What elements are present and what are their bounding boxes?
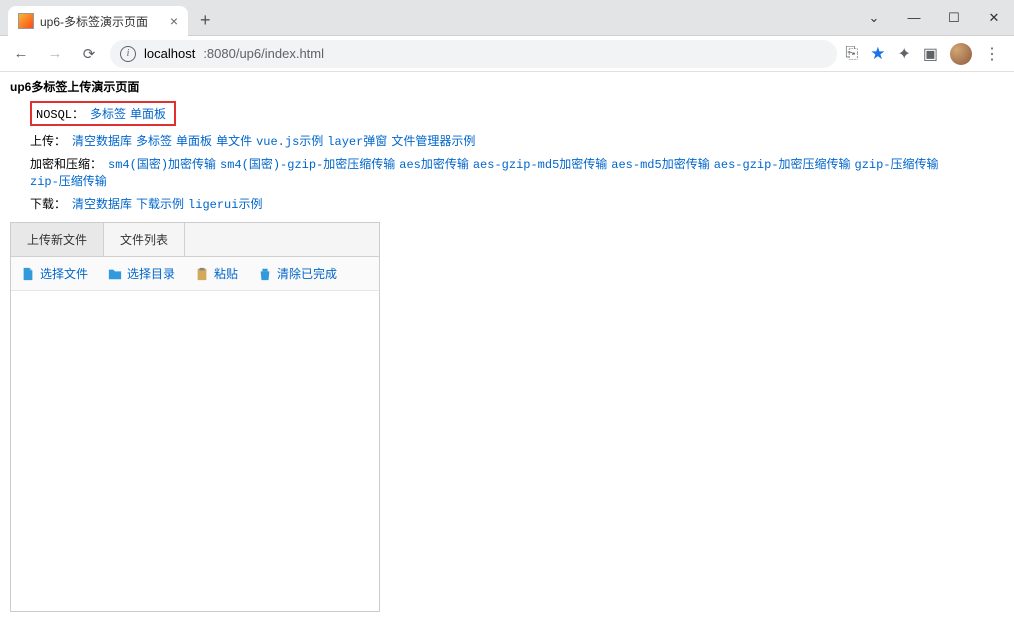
window-minimize-button[interactable]: — [894,3,934,33]
file-list-area[interactable] [11,291,379,611]
link[interactable]: aes-gzip-加密压缩传输 [714,155,851,172]
toolbar-right: ⎘ ★ ✦ ▣ ⋮ [845,43,1006,65]
panel-tab[interactable]: 文件列表 [104,223,185,256]
link-row: 上传： 清空数据库多标签单面板单文件vue.js示例layer弹窗文件管理器示例 [10,132,1004,149]
toolbar-paste[interactable]: 粘贴 [195,265,238,282]
link[interactable]: 下载示例 [136,195,184,212]
link[interactable]: zip-压缩传输 [30,172,107,189]
panel-toolbar: 选择文件 选择目录 粘贴 清除已完成 [11,257,379,291]
tool-label: 选择文件 [40,265,88,282]
link[interactable]: layer弹窗 [327,132,387,149]
panel-tab[interactable]: 上传新文件 [11,223,104,256]
profile-avatar[interactable] [950,43,972,65]
menu-icon[interactable]: ⋮ [984,44,1000,64]
link[interactable]: sm4(国密)-gzip-加密压缩传输 [220,155,395,172]
tab-title: up6-多标签演示页面 [40,13,164,30]
page-content: up6多标签上传演示页面 NOSQL：多标签单面板上传：清空数据库多标签单面板单… [0,72,1014,618]
link[interactable]: aes加密传输 [399,155,469,172]
link[interactable]: aes-gzip-md5加密传输 [473,155,607,172]
link-row: NOSQL： 多标签单面板 [10,101,1004,126]
file-icon [21,267,35,281]
address-bar: ← → ⟳ i localhost :8080/up6/index.html ⎘ … [0,36,1014,72]
favicon-icon [18,13,34,29]
window-maximize-button[interactable]: ☐ [934,3,974,33]
link[interactable]: aes-md5加密传输 [611,155,709,172]
url-host: localhost [144,46,195,61]
window-close-button[interactable]: ✕ [974,3,1014,33]
forward-button[interactable]: → [42,41,68,67]
link[interactable]: 单面板 [130,105,166,122]
extensions-icon[interactable]: ✦ [897,44,910,64]
link[interactable]: ligerui示例 [188,195,262,212]
row-label: NOSQL： [36,105,84,122]
link[interactable]: 单面板 [176,132,212,149]
link[interactable]: 单文件 [216,132,252,149]
link[interactable]: sm4(国密)加密传输 [108,155,216,172]
share-icon[interactable]: ⎘ [845,45,858,63]
tool-label: 粘贴 [214,265,238,282]
link[interactable]: gzip-压缩传输 [855,155,939,172]
folder-icon [108,267,122,281]
window-chevron-icon[interactable]: ⌄ [854,3,894,33]
page-title: up6多标签上传演示页面 [10,78,1004,95]
tab-close-icon[interactable]: × [170,13,178,29]
link[interactable]: 多标签 [136,132,172,149]
link-row: 加密和压缩： sm4(国密)加密传输sm4(国密)-gzip-加密压缩传输aes加… [10,155,1004,189]
url-input[interactable]: i localhost :8080/up6/index.html [110,40,837,68]
toolbar-clear[interactable]: 清除已完成 [258,265,337,282]
paste-icon [195,267,209,281]
bookmark-star-icon[interactable]: ★ [870,44,885,64]
link[interactable]: 清空数据库 [72,195,132,212]
back-button[interactable]: ← [8,41,34,67]
reload-button[interactable]: ⟳ [76,41,102,67]
link[interactable]: vue.js示例 [256,132,323,149]
site-info-icon[interactable]: i [120,46,136,62]
tool-label: 选择目录 [127,265,175,282]
row-label: 下载： [30,195,66,212]
window-controls: ⌄ — ☐ ✕ [854,0,1014,35]
new-tab-button[interactable]: + [200,10,211,31]
link[interactable]: 文件管理器示例 [391,132,475,149]
clear-icon [258,267,272,281]
toolbar-folder[interactable]: 选择目录 [108,265,175,282]
browser-tab[interactable]: up6-多标签演示页面 × [8,6,188,36]
row-label: 上传： [30,132,66,149]
tool-label: 清除已完成 [277,265,337,282]
browser-titlebar: up6-多标签演示页面 × + ⌄ — ☐ ✕ [0,0,1014,36]
toolbar-file[interactable]: 选择文件 [21,265,88,282]
link-row: 下载： 清空数据库下载示例ligerui示例 [10,195,1004,212]
panel-tabs: 上传新文件文件列表 [11,223,379,257]
url-path: :8080/up6/index.html [203,46,324,61]
link[interactable]: 清空数据库 [72,132,132,149]
row-label: 加密和压缩： [30,155,102,172]
sidepanel-icon[interactable]: ▣ [923,44,938,64]
link[interactable]: 多标签 [90,105,126,122]
upload-panel: 上传新文件文件列表 选择文件 选择目录 粘贴 清除已完成 [10,222,380,612]
